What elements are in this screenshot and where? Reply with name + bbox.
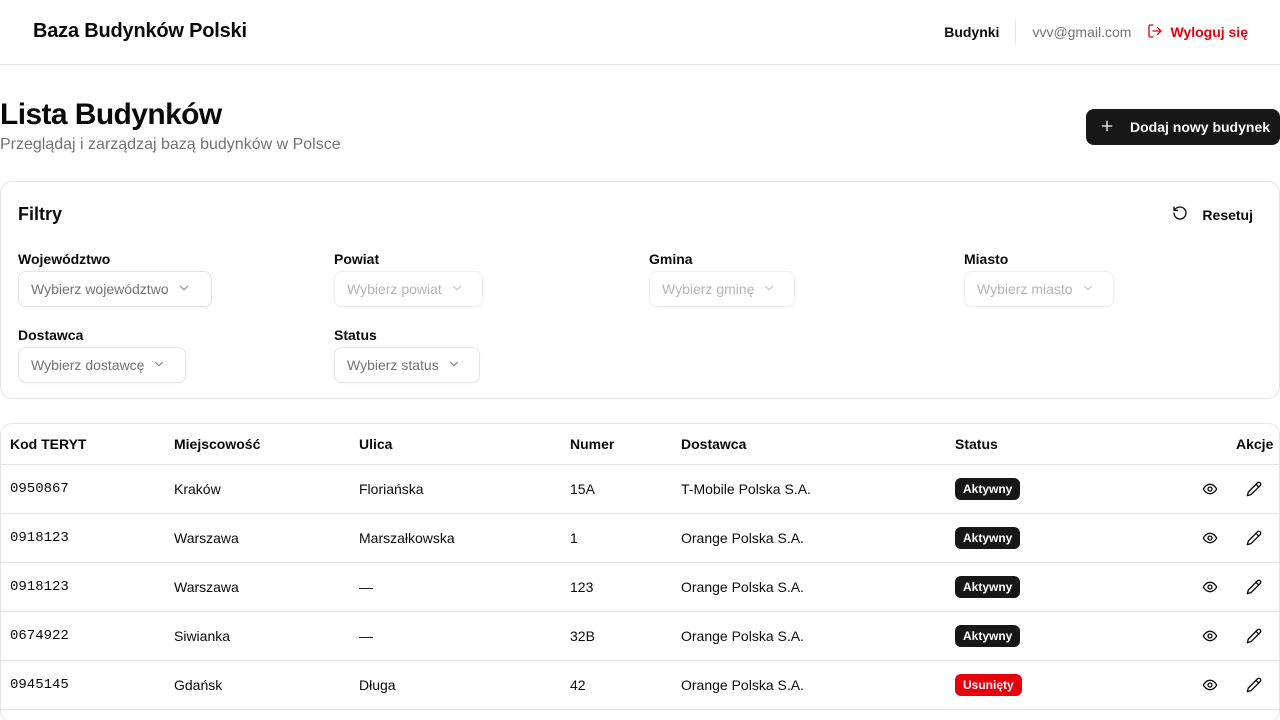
column-header[interactable]: Status [955,436,998,452]
cell-teryt: 0918123 [10,579,69,595]
status-badge: Aktywny [955,576,1021,598]
edit-pencil-icon[interactable] [1246,628,1262,644]
cell-teryt: 0950867 [10,481,69,497]
chevron-down-icon [447,357,461,374]
brand-title[interactable]: Baza Budynków Polski [33,20,247,43]
chevron-down-icon [762,281,776,298]
cell-provider: Orange Polska S.A. [681,628,804,644]
add-building-button[interactable]: Dodaj nowy budynek [1086,109,1280,145]
chevron-down-icon [152,357,166,374]
filters-card: Filtry Resetuj Województwo Wybierz wojew… [0,181,1280,399]
table-row[interactable]: 0674922 Siwianka — 32B Orange Polska S.A. Akt… [1,612,1279,661]
cell-city: Siwianka [174,628,231,644]
buildings-table: Kod TERYT Miejscowość Ulica Numer Dostaw… [0,423,1280,720]
filter-label-status: Status [334,327,377,343]
filter-select-status[interactable]: Wybierz status [334,347,480,383]
cell-city: Gdańsk [174,677,223,693]
column-header[interactable]: Numer [570,436,614,452]
filter-label-voivodeship: Województwo [18,251,111,267]
cell-street: Długa [359,677,396,693]
chevron-down-icon [177,281,191,298]
reset-filters-button[interactable]: Resetuj [1172,205,1253,224]
cell-number: 32B [570,628,595,644]
cell-teryt: 0945145 [10,677,69,693]
filter-placeholder: Wybierz miasto [977,281,1073,297]
chevron-down-icon [1081,281,1095,298]
filter-placeholder: Wybierz dostawcę [31,357,145,373]
cell-city: Kraków [174,481,221,497]
page-title: Lista Budynków [0,98,222,131]
table-row[interactable]: 0918123 Warszawa — 123 Orange Polska S.A. Akt… [1,563,1279,612]
view-eye-icon[interactable] [1202,677,1218,693]
view-eye-icon[interactable] [1202,579,1218,595]
cell-teryt: 0674922 [10,628,69,644]
cell-teryt: 0918123 [10,530,69,546]
cell-street: — [359,579,373,595]
cell-provider: Orange Polska S.A. [681,677,804,693]
status-badge: Aktywny [955,625,1021,647]
column-header[interactable]: Ulica [359,436,392,452]
reset-label: Resetuj [1202,206,1253,223]
user-email: vvv@gmail.com [1032,24,1132,40]
status-badge: Aktywny [955,527,1021,549]
cell-provider: Orange Polska S.A. [681,530,804,546]
table-row[interactable]: 0918123 Warszawa Marszałkowska 1 Orange Pols… [1,514,1279,563]
filter-placeholder: Wybierz województwo [31,281,169,297]
view-eye-icon[interactable] [1202,530,1218,546]
add-building-label: Dodaj nowy budynek [1130,119,1271,135]
logout-icon [1147,23,1163,42]
cell-street: Marszałkowska [359,530,455,546]
cell-street: Floriańska [359,481,424,497]
filter-placeholder: Wybierz powiat [347,281,442,297]
nav-right: Budynki vvv@gmail.com Wyloguj się [944,0,1248,64]
chevron-down-icon [450,281,464,298]
cell-number: 42 [570,677,586,693]
nav-link-buildings[interactable]: Budynki [944,20,1017,44]
filter-label-city: Miasto [964,251,1009,267]
edit-pencil-icon[interactable] [1246,481,1262,497]
filter-select-provider[interactable]: Wybierz dostawcę [18,347,186,383]
filter-placeholder: Wybierz status [347,357,439,373]
cell-number: 123 [570,579,594,595]
cell-city: Warszawa [174,530,239,546]
view-eye-icon[interactable] [1202,481,1218,497]
table-header: Kod TERYT Miejscowość Ulica Numer Dostaw… [1,424,1279,465]
filter-select-voivodeship[interactable]: Wybierz województwo [18,271,212,307]
edit-pencil-icon[interactable] [1246,579,1262,595]
filter-placeholder: Wybierz gminę [662,281,755,297]
status-badge: Aktywny [955,478,1021,500]
filter-label-county: Powiat [334,251,380,267]
filter-select-commune[interactable]: Wybierz gminę [649,271,795,307]
column-header[interactable]: Miejscowość [174,436,260,452]
logout-button[interactable]: Wyloguj się [1147,23,1248,42]
plus-icon [1099,118,1130,137]
filter-select-county[interactable]: Wybierz powiat [334,271,483,307]
cell-provider: T-Mobile Polska S.A. [681,481,811,497]
column-header: Akcje [1236,436,1274,452]
table-row[interactable]: 0950867 Kraków Floriańska 15A T-Mobile Polsk… [1,465,1279,514]
column-header[interactable]: Kod TERYT [10,436,86,452]
cell-provider: Orange Polska S.A. [681,579,804,595]
logout-label: Wyloguj się [1170,24,1248,40]
edit-pencil-icon[interactable] [1246,530,1262,546]
filter-label-commune: Gmina [649,251,693,267]
table-row[interactable]: 0945145 Gdańsk Długa 42 Orange Polska S.A. Us… [1,661,1279,710]
column-header[interactable]: Dostawca [681,436,746,452]
cell-city: Warszawa [174,579,239,595]
filters-title: Filtry [18,204,63,224]
page-subtitle: Przeglądaj i zarządzaj bazą budynków w P… [0,136,341,153]
filter-label-provider: Dostawca [18,327,84,343]
view-eye-icon[interactable] [1202,628,1218,644]
edit-pencil-icon[interactable] [1246,677,1262,693]
cell-number: 1 [570,530,578,546]
status-badge: Usunięty [955,674,1022,696]
filter-select-city[interactable]: Wybierz miasto [964,271,1114,307]
cell-street: — [359,628,373,644]
cell-number: 15A [570,481,595,497]
rotate-ccw-icon [1172,205,1188,224]
top-navbar: Baza Budynków Polski Budynki vvv@gmail.c… [0,0,1280,65]
